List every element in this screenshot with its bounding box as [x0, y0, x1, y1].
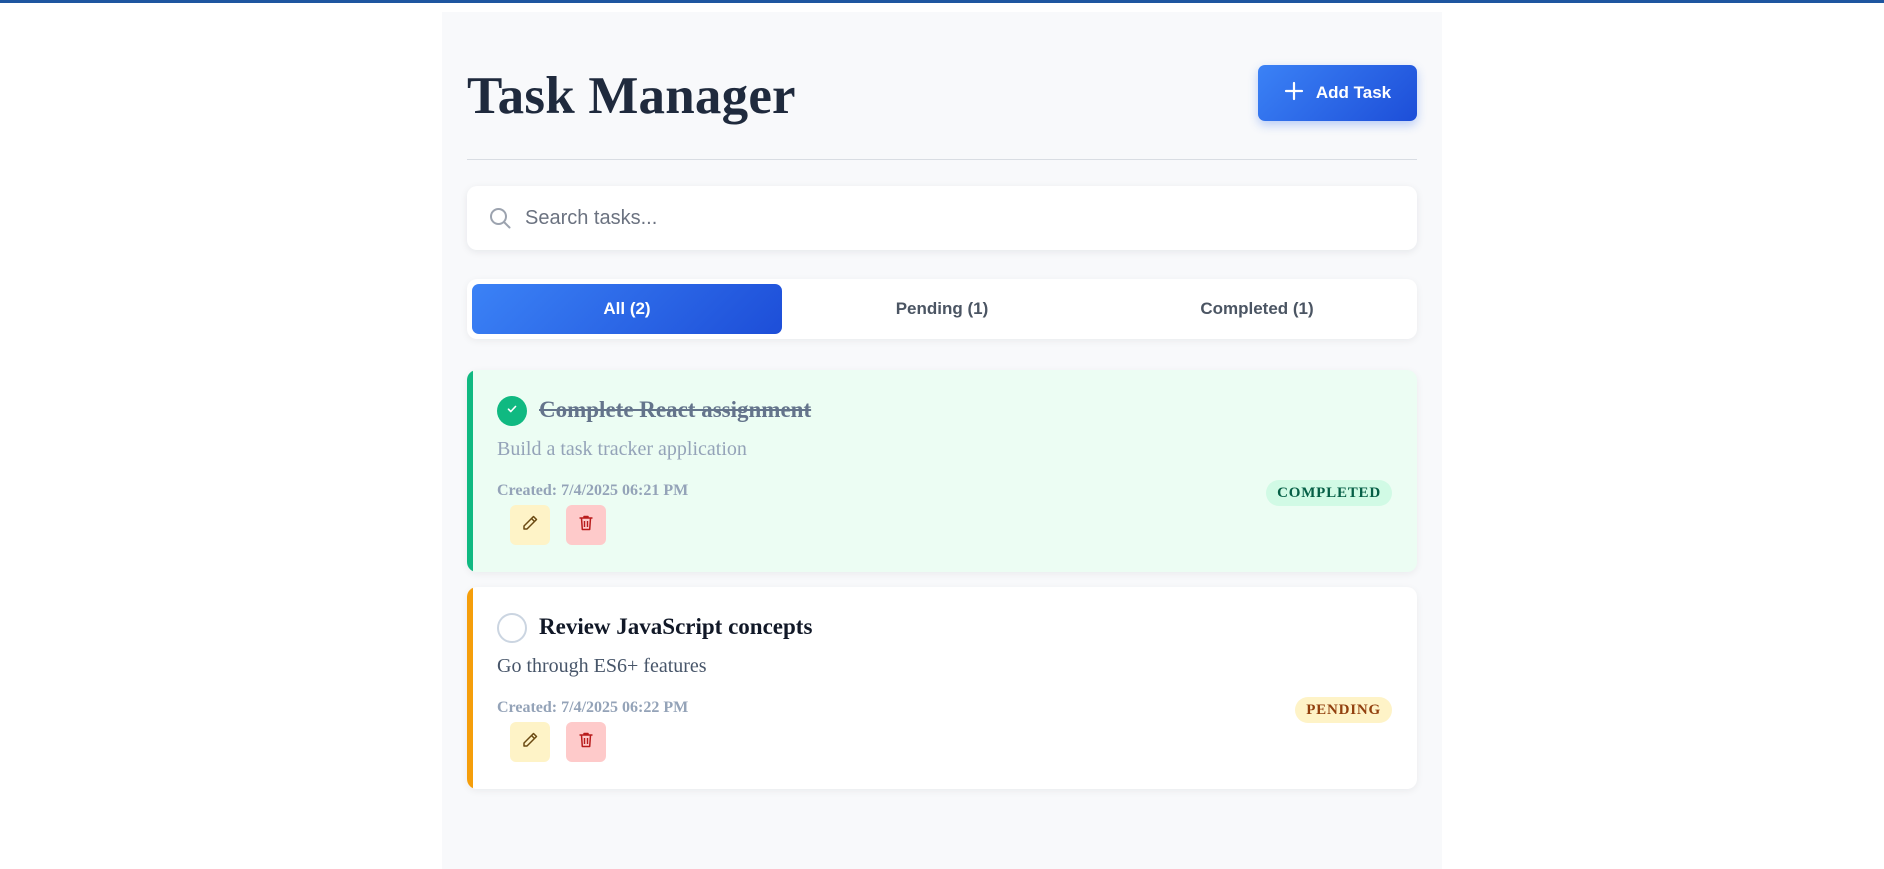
- trash-icon: [576, 513, 596, 538]
- tab-all[interactable]: All (2): [472, 284, 782, 334]
- add-task-label: Add Task: [1315, 83, 1392, 102]
- plus-icon: [1284, 81, 1304, 106]
- edit-task-button[interactable]: [510, 722, 550, 762]
- page-header: Task Manager Add Task: [467, 52, 1417, 160]
- tab-pending[interactable]: Pending (1): [787, 284, 1097, 334]
- filter-tabs: All (2) Pending (1) Completed (1): [467, 279, 1417, 339]
- task-card: Review JavaScript concepts Go through ES…: [467, 587, 1417, 789]
- add-task-button[interactable]: Add Task: [1258, 65, 1417, 121]
- edit-task-button[interactable]: [510, 505, 550, 545]
- task-title: Complete React assignment: [539, 397, 812, 422]
- complete-toggle[interactable]: [497, 396, 527, 426]
- task-description: Build a task tracker application: [497, 438, 747, 460]
- page-title: Task Manager: [467, 67, 796, 125]
- complete-toggle[interactable]: [497, 613, 527, 643]
- task-created-date: Created: 7/4/2025 06:22 PM: [497, 699, 689, 716]
- delete-task-button[interactable]: [566, 505, 606, 545]
- task-title: Review JavaScript concepts: [539, 614, 813, 639]
- task-description: Go through ES6+ features: [497, 655, 707, 677]
- delete-task-button[interactable]: [566, 722, 606, 762]
- trash-icon: [576, 730, 596, 755]
- tab-completed[interactable]: Completed (1): [1102, 284, 1412, 334]
- search-bar: [467, 186, 1417, 250]
- task-card: Complete React assignment Build a task t…: [467, 370, 1417, 572]
- pencil-icon: [520, 730, 540, 755]
- status-badge: COMPLETED: [1266, 480, 1392, 506]
- check-icon: [506, 402, 518, 420]
- task-manager-container: Task Manager Add Task All (2) Pending (1…: [442, 12, 1442, 869]
- search-input[interactable]: [525, 198, 1395, 238]
- task-created-date: Created: 7/4/2025 06:21 PM: [497, 482, 689, 499]
- status-badge: PENDING: [1295, 697, 1392, 723]
- pencil-icon: [520, 513, 540, 538]
- top-accent-line: [0, 0, 1884, 3]
- search-icon: [488, 206, 512, 230]
